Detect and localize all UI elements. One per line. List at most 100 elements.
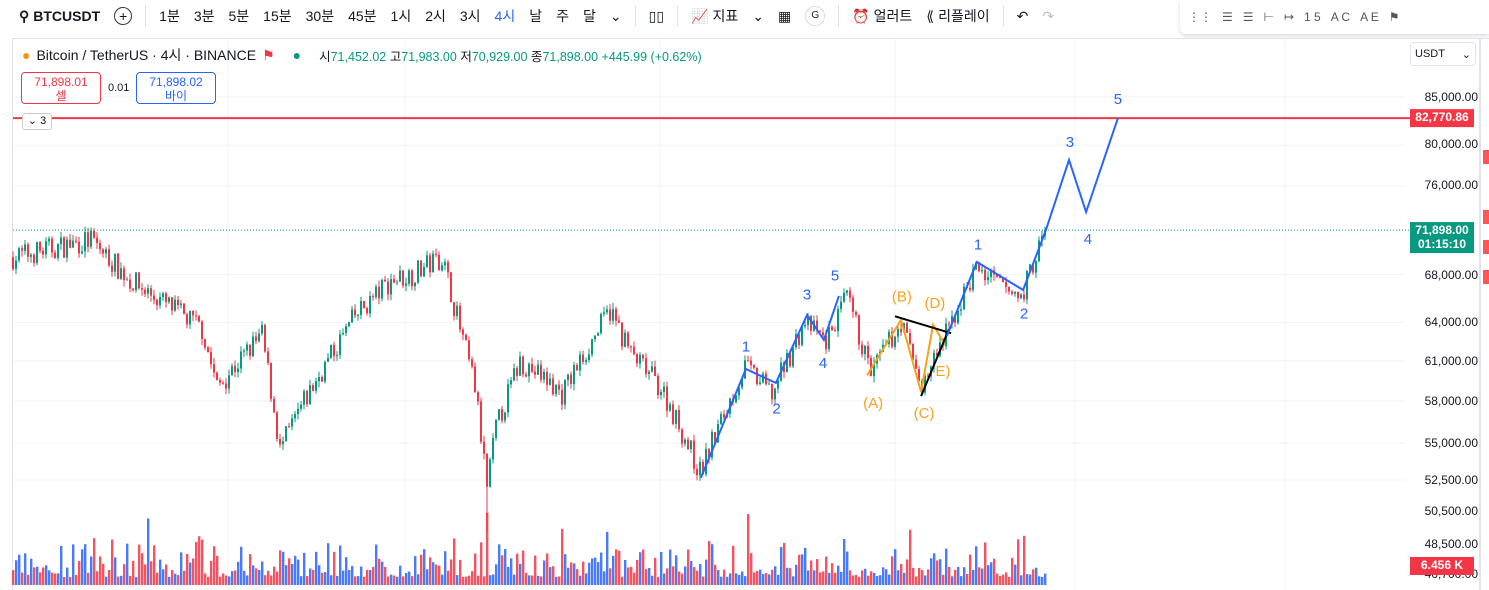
candle-body xyxy=(498,409,500,420)
volume-bar xyxy=(474,553,477,585)
candle-body xyxy=(588,354,590,361)
volume-bar xyxy=(387,576,390,585)
volume-bar xyxy=(864,568,867,585)
candle-body xyxy=(201,321,203,339)
sell-button[interactable]: 71,898.01 셀 xyxy=(21,72,101,104)
volume-bar xyxy=(507,566,510,585)
symbol-title: Bitcoin / TetherUS · 4시 · BINANCE xyxy=(36,47,257,63)
wave-label: 3 xyxy=(1066,134,1074,151)
volume-bar xyxy=(1014,564,1017,585)
volume-bar xyxy=(198,536,201,585)
volume-bar xyxy=(339,545,342,585)
volume-bar xyxy=(420,554,423,585)
candle-body xyxy=(87,232,89,247)
candle-body xyxy=(1017,291,1019,299)
volume-bar xyxy=(516,553,519,585)
volume-bar xyxy=(282,551,285,585)
candle-body xyxy=(1008,286,1010,292)
candle-body xyxy=(24,244,26,251)
volume-bar xyxy=(204,573,207,585)
candle-body xyxy=(333,344,335,357)
volume-bar xyxy=(846,551,849,585)
volume-bar xyxy=(309,568,312,585)
volume-bar xyxy=(654,557,657,585)
volume-bar xyxy=(603,571,606,585)
volume-bar xyxy=(969,554,972,585)
candle-body xyxy=(840,301,842,309)
candle-body xyxy=(231,366,233,376)
candle-body xyxy=(102,249,104,254)
candle-body xyxy=(258,333,260,341)
candle-body xyxy=(42,250,44,255)
candle-body xyxy=(531,363,533,372)
candle-body xyxy=(411,270,413,287)
candle-body xyxy=(687,439,689,450)
candle-body xyxy=(552,378,554,395)
volume-bar xyxy=(606,531,609,585)
candle-body xyxy=(483,441,485,454)
volume-bar xyxy=(393,575,396,585)
volume-bar xyxy=(825,556,828,585)
wave-label: 2 xyxy=(772,401,780,418)
candle-body xyxy=(612,309,614,321)
candle-body xyxy=(156,299,158,306)
wave-label: 4 xyxy=(1084,231,1092,248)
candle-body xyxy=(372,296,374,298)
volume-bar xyxy=(411,576,414,585)
candle-body xyxy=(984,269,986,281)
currency-select[interactable]: USDT ⌄ xyxy=(1410,42,1476,66)
candle-body xyxy=(396,281,398,283)
buy-button[interactable]: 71,898.02 바이 xyxy=(136,72,216,104)
volume-bar xyxy=(912,567,915,585)
volume-bar xyxy=(153,545,156,585)
volume-bar xyxy=(879,575,882,585)
candle-body xyxy=(261,324,263,334)
volume-bar xyxy=(231,571,234,585)
collapse-indicators-button[interactable]: ⌄ 3 xyxy=(22,113,52,130)
volume-bar xyxy=(987,565,990,585)
volume-bar xyxy=(147,518,150,585)
flag-icon[interactable]: ⚑ xyxy=(262,47,275,64)
volume-bar xyxy=(678,571,681,585)
volume-bar xyxy=(402,576,405,585)
volume-bar xyxy=(384,566,387,585)
candle-body xyxy=(1035,261,1037,273)
candle-body xyxy=(105,249,107,254)
candle-body xyxy=(96,237,98,243)
volume-bar xyxy=(114,557,117,585)
volume-bar xyxy=(750,553,753,585)
volume-bar xyxy=(573,563,576,585)
candle-body xyxy=(477,392,479,402)
volume-bar xyxy=(429,557,432,585)
candle-body xyxy=(555,384,557,395)
candle-body xyxy=(36,242,38,264)
volume-bar xyxy=(684,566,687,585)
candle-body xyxy=(678,409,680,430)
volume-bar xyxy=(600,552,603,585)
volume-bar xyxy=(804,547,807,585)
volume-bar xyxy=(813,570,816,585)
candle-body xyxy=(651,366,653,372)
candle-body xyxy=(240,351,242,369)
candle-body xyxy=(288,426,290,428)
candle-body xyxy=(378,286,380,299)
volume-bar xyxy=(372,566,375,585)
candle-body xyxy=(405,283,407,286)
candle-body xyxy=(33,254,35,264)
candle-body xyxy=(453,302,455,317)
volume-bar xyxy=(642,549,645,585)
volume-bar xyxy=(648,567,651,585)
alert-marker xyxy=(1483,270,1489,284)
volume-bar xyxy=(270,575,273,585)
candle-body xyxy=(831,326,833,331)
candle-body xyxy=(168,297,170,303)
volume-bar xyxy=(945,548,948,585)
volume-bar xyxy=(903,572,906,585)
volume-bar xyxy=(255,568,258,585)
volume-bar xyxy=(942,574,945,585)
volume-bar xyxy=(711,544,714,585)
candle-body xyxy=(108,249,110,266)
volume-bar xyxy=(690,561,693,585)
volume-bar xyxy=(873,572,876,585)
volume-bar xyxy=(456,575,459,585)
